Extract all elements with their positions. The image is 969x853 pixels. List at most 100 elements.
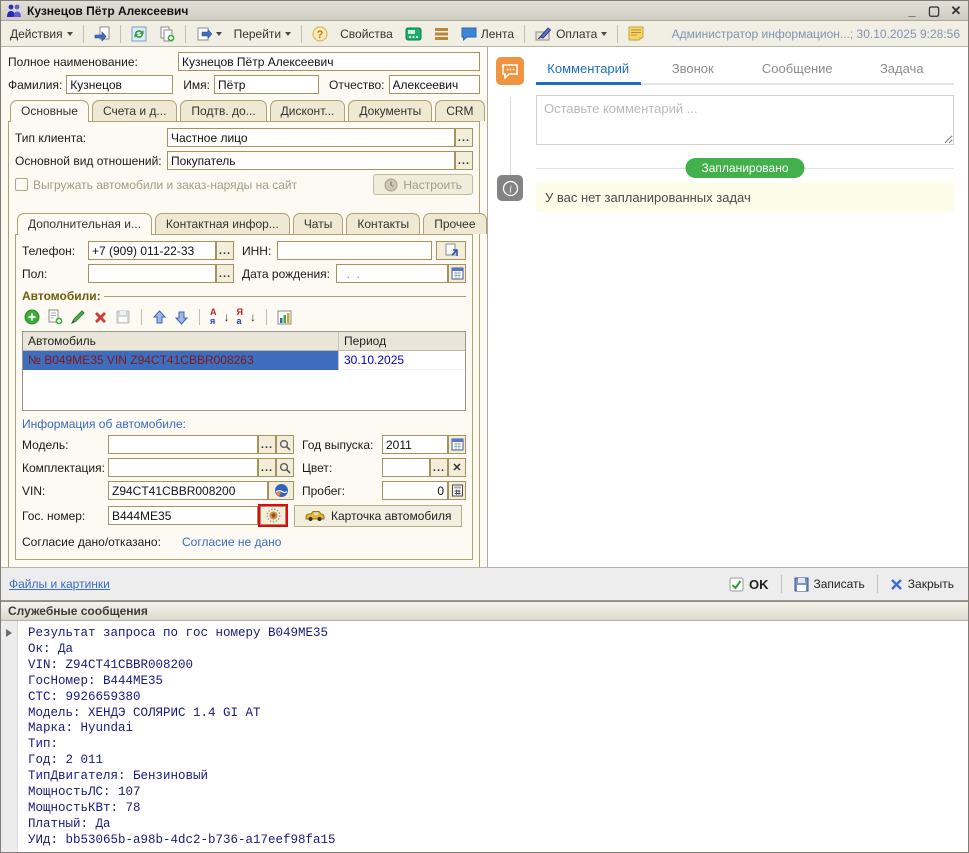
gender-input[interactable]: [88, 264, 216, 283]
plate-check-button[interactable]: [260, 506, 286, 525]
tab-main[interactable]: Основные: [10, 100, 89, 122]
close-form-button[interactable]: Закрыть: [884, 575, 960, 593]
chevron-down-icon: [216, 32, 222, 36]
trim-input[interactable]: [108, 458, 258, 477]
trim-select-button[interactable]: ...: [258, 458, 276, 477]
sort-desc-arrow-icon: ↓: [250, 310, 256, 324]
help-button[interactable]: ?: [307, 23, 333, 45]
close-x-icon: [890, 578, 903, 591]
tab-chats[interactable]: Чаты: [293, 213, 344, 234]
year-input[interactable]: [382, 435, 448, 454]
trim-search-button[interactable]: [276, 458, 294, 477]
open-related-button[interactable]: [191, 23, 227, 45]
configure-button[interactable]: Настроить: [373, 174, 473, 195]
sort-desc-button[interactable]: Яа: [237, 308, 243, 326]
car-row[interactable]: № B049ME35 VIN Z94CT41CBBR008263 30.10.2…: [23, 351, 465, 370]
tab-message[interactable]: Сообщение: [745, 57, 850, 83]
ok-button[interactable]: OK: [723, 575, 775, 594]
close-button[interactable]: ✕: [949, 4, 963, 18]
col-period[interactable]: Период: [339, 332, 465, 350]
birthdate-calendar-button[interactable]: [448, 264, 466, 283]
color-input[interactable]: [382, 458, 430, 477]
client-type-select-button[interactable]: ...: [455, 128, 473, 147]
tab-call[interactable]: Звонок: [641, 57, 746, 83]
toolbar-separator: [617, 25, 618, 43]
calendar-icon: [451, 438, 464, 451]
actions-menu-button[interactable]: Действия: [5, 24, 78, 44]
inn-input[interactable]: [277, 241, 432, 260]
maximize-button[interactable]: ▢: [927, 4, 941, 18]
files-link[interactable]: Файлы и картинки: [9, 577, 110, 591]
model-search-button[interactable]: [276, 435, 294, 454]
tab-other[interactable]: Прочее: [423, 213, 486, 234]
svg-text:?: ?: [317, 29, 324, 41]
payment-menu-button[interactable]: Оплата: [530, 23, 612, 44]
middlename-input[interactable]: [389, 75, 480, 94]
move-down-button[interactable]: [174, 310, 189, 325]
goto-menu-button[interactable]: Перейти: [229, 24, 297, 44]
full-name-input[interactable]: [178, 52, 480, 71]
color-select-button[interactable]: ...: [430, 458, 448, 477]
tab-task[interactable]: Задача: [850, 57, 955, 83]
add-button[interactable]: [24, 309, 40, 325]
save-button[interactable]: Записать: [788, 575, 871, 594]
service-messages-body[interactable]: Результат запроса по гос номеру B049ME35…: [1, 621, 968, 852]
edit-button[interactable]: [70, 309, 86, 325]
car-card-button[interactable]: Карточка автомобиля: [294, 505, 462, 527]
vin-globe-icon: [274, 483, 289, 498]
car-row-name[interactable]: № B049ME35 VIN Z94CT41CBBR008263: [23, 351, 339, 370]
tab-additional-info[interactable]: Дополнительная и...: [17, 213, 152, 235]
note-button[interactable]: [623, 23, 649, 44]
phone-button[interactable]: [400, 23, 427, 45]
cars-table: Автомобиль Период № B049ME35 VIN Z94CT41…: [22, 331, 466, 411]
tab-contact-info[interactable]: Контактная инфор...: [155, 213, 290, 234]
minimize-button[interactable]: _: [905, 4, 919, 18]
upload-site-checkbox[interactable]: [15, 178, 28, 191]
refresh-button[interactable]: [126, 23, 152, 45]
cars-toolbar: Ая↓ Яа↓: [22, 306, 466, 331]
list-button[interactable]: [429, 24, 454, 44]
color-clear-button[interactable]: ✕: [448, 458, 466, 477]
comment-textarea[interactable]: [536, 95, 954, 145]
relation-type-input[interactable]: [167, 151, 455, 170]
lastname-input[interactable]: [66, 75, 173, 94]
client-type-input[interactable]: [167, 128, 455, 147]
reread-button[interactable]: [89, 23, 115, 45]
mileage-input[interactable]: [382, 481, 448, 500]
properties-button[interactable]: Свойства: [335, 24, 398, 44]
vin-input[interactable]: [108, 481, 268, 500]
mileage-calculator-button[interactable]: [448, 481, 466, 500]
report-button[interactable]: [277, 310, 292, 325]
plate-input[interactable]: [108, 506, 258, 525]
gibdd-badge-icon: [266, 508, 281, 523]
birthdate-input[interactable]: [336, 264, 448, 283]
model-select-button[interactable]: ...: [258, 435, 276, 454]
car-row-period[interactable]: 30.10.2025: [339, 351, 465, 370]
move-up-button[interactable]: [152, 310, 167, 325]
tab-comment[interactable]: Комментарий: [536, 57, 641, 83]
sort-asc-button[interactable]: Ая: [210, 308, 217, 326]
tab-documents[interactable]: Документы: [348, 100, 432, 121]
phone-input[interactable]: [88, 241, 216, 260]
model-input[interactable]: [108, 435, 258, 454]
tab-crm[interactable]: CRM: [435, 100, 484, 121]
copy-button[interactable]: [154, 23, 180, 45]
consent-link[interactable]: Согласие не дано: [182, 535, 281, 549]
tab-confirm-docs[interactable]: Подтв. до...: [180, 100, 266, 121]
firstname-input[interactable]: [214, 75, 319, 94]
delete-button[interactable]: [93, 310, 108, 325]
inn-check-button[interactable]: [436, 241, 466, 260]
tab-accounts[interactable]: Счета и д...: [92, 100, 177, 121]
tab-discount[interactable]: Дисконт...: [270, 100, 346, 121]
year-calendar-button[interactable]: [448, 435, 466, 454]
relation-type-select-button[interactable]: ...: [455, 151, 473, 170]
tab-contacts[interactable]: Контакты: [346, 213, 420, 234]
phone-select-button[interactable]: ...: [216, 241, 234, 260]
col-car[interactable]: Автомобиль: [23, 332, 339, 350]
add-copy-button[interactable]: [47, 309, 63, 325]
save-row-button[interactable]: [115, 309, 131, 325]
gender-select-button[interactable]: ...: [216, 264, 234, 283]
vin-service-button[interactable]: [268, 481, 294, 500]
activity-tabstrip: Комментарий Звонок Сообщение Задача: [536, 57, 954, 85]
feed-button[interactable]: Лента: [456, 23, 519, 44]
